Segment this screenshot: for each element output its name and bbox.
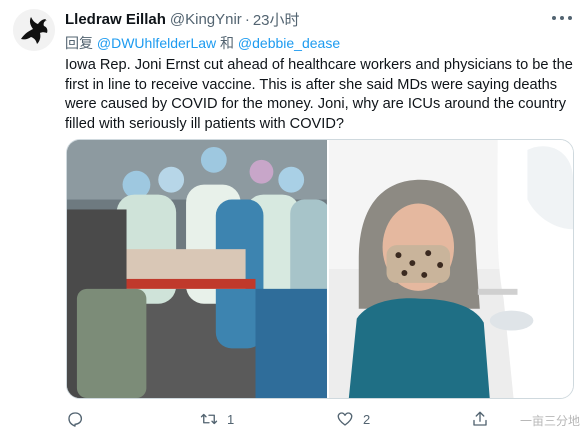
like-count: 2 xyxy=(363,411,371,427)
reply-prefix: 回复 xyxy=(65,35,93,51)
tweet-text: Iowa Rep. Joni Ernst cut ahead of health… xyxy=(65,57,573,132)
display-name[interactable]: Lledraw Eillah xyxy=(65,11,166,28)
retweet-icon xyxy=(200,413,218,425)
timestamp[interactable]: 23小时 xyxy=(253,9,300,30)
media-grid xyxy=(66,139,574,399)
more-icon[interactable] xyxy=(552,12,572,24)
reply-conjunction: 和 xyxy=(220,35,235,51)
reply-button[interactable] xyxy=(66,410,93,428)
replying-to: 回复 @DWUhlfelderLaw 和 @debbie_dease xyxy=(65,33,340,53)
avatar[interactable] xyxy=(13,9,55,51)
separator-dot: · xyxy=(244,11,250,28)
comment-icon xyxy=(68,412,83,427)
watermark-text: 一亩三分地 xyxy=(519,414,580,428)
media-photo-icu[interactable] xyxy=(67,140,327,398)
mention-link[interactable]: @DWUhlfelderLaw xyxy=(97,35,216,51)
like-button[interactable]: 2 xyxy=(336,410,370,428)
watermark-logo-icon xyxy=(522,354,562,392)
tweet-card[interactable]: Lledraw Eillah @KingYnir · 23小时 回复 @DWUh… xyxy=(0,0,586,439)
retweet-button[interactable]: 1 xyxy=(200,410,234,428)
crow-icon xyxy=(13,9,55,51)
heart-icon xyxy=(337,412,353,426)
watermark: 一亩三分地 xyxy=(520,412,580,429)
share-button[interactable] xyxy=(471,410,489,428)
retweet-count: 1 xyxy=(227,411,235,427)
user-handle[interactable]: @KingYnir xyxy=(170,11,242,28)
share-icon xyxy=(473,411,487,426)
tweet-header: Lledraw Eillah @KingYnir · 23小时 xyxy=(65,9,300,30)
action-bar: 1 2 xyxy=(66,410,586,430)
mention-link[interactable]: @debbie_dease xyxy=(238,35,340,51)
